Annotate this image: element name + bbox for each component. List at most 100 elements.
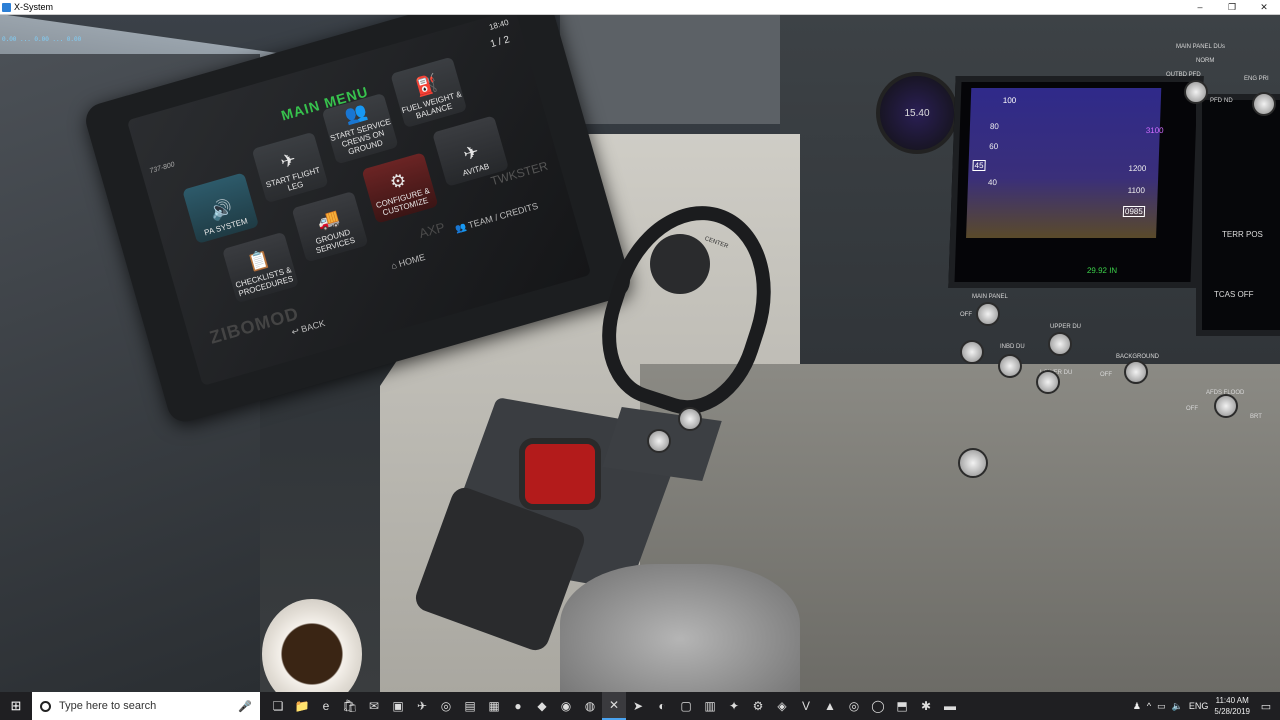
x-system-app-icon <box>2 2 11 12</box>
x-plane-taskbar-icon[interactable]: ✕ <box>602 692 626 720</box>
console-knob-1[interactable] <box>647 429 671 453</box>
start-flight-leg-button[interactable]: ✈ START FLIGHT LEG <box>251 131 329 204</box>
norm-label: NORM <box>1196 58 1215 64</box>
store-icon[interactable]: 🛍 <box>338 692 362 720</box>
main-panel-brightness-knob[interactable] <box>976 302 1000 326</box>
upper-du-knob[interactable] <box>1048 332 1072 356</box>
notifications-icon[interactable]: ▭ <box>1256 700 1276 713</box>
nd-label: ND <box>1224 98 1233 104</box>
app-icon-13[interactable]: ⚙ <box>746 692 770 720</box>
app-icon-15[interactable]: V <box>794 692 818 720</box>
clock-time: 11:40 AM <box>1215 696 1249 705</box>
team-credits-label: TEAM / CREDITS <box>467 200 540 231</box>
pfd-speed-40: 40 <box>987 178 998 187</box>
app-icon-18[interactable]: ◯ <box>866 692 890 720</box>
taskbar-apps: ❏ 📁 e 🛍 ✉ ▣ ✈ ◎ ▤ ▦ ● ◆ ◉ ◍ ✕ ➤ ◐ ▢ ▥ ✦ … <box>266 692 962 720</box>
pfd-mark-1200: 1200 <box>1128 164 1147 173</box>
home-button[interactable]: ⌂ HOME <box>390 252 426 271</box>
configure-customize-button[interactable]: ⚙ CONFIGURE & CUSTOMIZE <box>361 152 439 224</box>
standby-altimeter: 15.40 <box>876 72 958 154</box>
app-icon-3[interactable]: ◎ <box>434 692 458 720</box>
inbd-du-knob-2[interactable] <box>998 354 1022 378</box>
minimize-button[interactable]: – <box>1184 0 1216 14</box>
plane-people-icon: ✈ <box>278 148 299 173</box>
network-icon[interactable]: ▭ <box>1157 701 1166 712</box>
main-panel-du-selector[interactable] <box>1184 80 1208 104</box>
pa-system-button[interactable]: 🔊 PA SYSTEM <box>182 172 260 244</box>
app-icon-8[interactable]: ➤ <box>626 692 650 720</box>
app-icon-21[interactable]: ▬ <box>938 692 962 720</box>
standby-alt-value: 15.40 <box>904 107 930 119</box>
cockpit-view[interactable]: 0.00 ... 0.00 ... 0.00 18:40 1 / 2 737-8… <box>0 14 1280 692</box>
chrome-icon[interactable]: ◍ <box>578 692 602 720</box>
console-knob-2[interactable] <box>678 407 702 431</box>
taskbar-clock[interactable]: 11:40 AM 5/28/2019 <box>1214 695 1250 717</box>
inbd-du-knob[interactable] <box>960 340 984 364</box>
window-title: X-System <box>14 2 54 12</box>
search-placeholder: Type here to search <box>59 700 157 712</box>
pfd-alt-top: 3100 <box>1145 126 1164 135</box>
pfd-speed-top: 100 <box>1002 96 1017 105</box>
app-icon-11[interactable]: ▥ <box>698 692 722 720</box>
app-icon-19[interactable]: ⬒ <box>890 692 914 720</box>
app-icon-9[interactable]: ◐ <box>650 692 674 720</box>
language-indicator[interactable]: ENG <box>1189 701 1209 711</box>
screen: X-System – ❐ ✕ 0.00 ... 0.00 ... 0.00 18… <box>0 0 1280 720</box>
efb-page-indicator: 1 / 2 <box>489 34 511 51</box>
ground-services-button[interactable]: 🚚 GROUND SERVICES <box>291 190 369 263</box>
volume-icon[interactable]: 🔈 <box>1172 701 1183 712</box>
app-icon-5[interactable]: ● <box>506 692 530 720</box>
off-label-2: OFF <box>1100 372 1112 378</box>
afds-flood-knob[interactable] <box>1214 394 1238 418</box>
restore-button[interactable]: ❐ <box>1216 0 1248 14</box>
checklists-button[interactable]: 📋 CHECKLISTS & PROCEDURES <box>222 231 300 304</box>
app-icon-17[interactable]: ◎ <box>842 692 866 720</box>
window-titlebar: X-System – ❐ ✕ <box>0 0 1280 15</box>
team-credits-button[interactable]: 👥 TEAM / CREDITS <box>454 201 539 235</box>
back-label: BACK <box>299 318 327 335</box>
app-icon-10[interactable]: ▢ <box>674 692 698 720</box>
navigation-display: TERR POS TCAS OFF <box>1196 94 1280 336</box>
brt-label: BRT <box>1250 414 1262 420</box>
gear-icon: ⚙ <box>387 169 409 194</box>
app-icon-7[interactable]: ◉ <box>554 692 578 720</box>
background-knob[interactable] <box>1124 360 1148 384</box>
close-button[interactable]: ✕ <box>1248 0 1280 14</box>
microphone-icon[interactable]: 🎤 <box>238 700 252 713</box>
hud-readout: 0.00 ... 0.00 ... 0.00 <box>2 36 82 43</box>
app-icon-14[interactable]: ◈ <box>770 692 794 720</box>
app-icon-20[interactable]: ✱ <box>914 692 938 720</box>
off-label-1: OFF <box>960 312 972 318</box>
rudder-trim-knob[interactable] <box>958 448 988 478</box>
app-icon-16[interactable]: ▲ <box>818 692 842 720</box>
fuel-weight-balance-button[interactable]: ⛽ FUEL WEIGHT & BALANCE <box>390 56 468 129</box>
primary-flight-display: 100 80 60 45 40 3100 1200 1100 0985 29.9… <box>948 76 1204 288</box>
pfd-alt-box: 0985 <box>1122 206 1145 217</box>
efb-model-label: 737-800 <box>148 161 176 176</box>
lower-du-selector[interactable] <box>1252 92 1276 116</box>
app-icon-1[interactable]: ▣ <box>386 692 410 720</box>
search-icon <box>40 700 51 712</box>
red-handle[interactable] <box>525 444 595 504</box>
app-icon-6[interactable]: ◆ <box>530 692 554 720</box>
efb-status-bar: 18:40 <box>488 18 510 32</box>
start-button[interactable]: ⊞ <box>0 692 32 720</box>
mail-icon[interactable]: ✉ <box>362 692 386 720</box>
taskbar-search[interactable]: Type here to search 🎤 <box>32 692 260 720</box>
zibomod-logo: ZIBOMOD <box>207 303 302 348</box>
outbd-pfd-label: OUTBD PFD <box>1166 72 1201 78</box>
pfd-speed-80: 80 <box>989 122 1000 131</box>
app-icon-2[interactable]: ✈ <box>410 692 434 720</box>
pfd-speed-60: 60 <box>989 142 999 151</box>
tray-chevron-icon[interactable]: ^ <box>1147 701 1151 711</box>
coffee-cup <box>262 599 362 692</box>
edge-icon[interactable]: e <box>314 692 338 720</box>
app-icon-4[interactable]: ▤ <box>458 692 482 720</box>
lower-du-knob[interactable] <box>1036 370 1060 394</box>
task-view-icon[interactable]: ❏ <box>266 692 290 720</box>
windows-logo-icon: ⊞ <box>10 698 22 713</box>
calculator-icon[interactable]: ▦ <box>482 692 506 720</box>
people-icon[interactable]: ♟ <box>1133 701 1141 712</box>
file-explorer-icon[interactable]: 📁 <box>290 692 314 720</box>
app-icon-12[interactable]: ✦ <box>722 692 746 720</box>
